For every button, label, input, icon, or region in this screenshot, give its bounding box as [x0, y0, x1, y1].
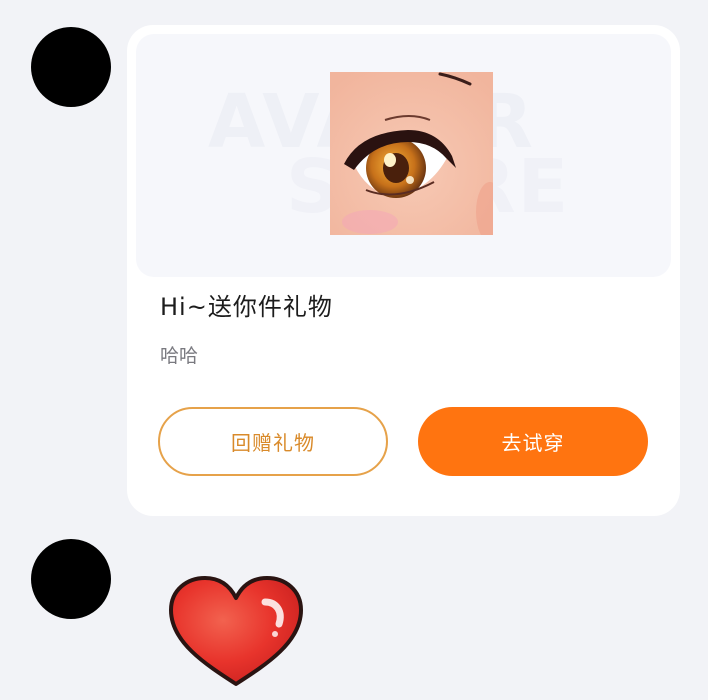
- sender-avatar[interactable]: [31, 539, 111, 619]
- anime-eye-image: [330, 72, 493, 235]
- sender-avatar[interactable]: [31, 27, 111, 107]
- gift-message-card[interactable]: AVATAR STORE: [127, 25, 680, 516]
- gift-card-message: 哈哈: [160, 345, 199, 367]
- try-on-button[interactable]: 去试穿: [418, 407, 648, 476]
- gift-item-thumbnail[interactable]: [330, 72, 493, 235]
- gift-banner: AVATAR STORE: [136, 34, 671, 277]
- gift-card-title: Hi~送你件礼物: [160, 293, 333, 321]
- heart-icon[interactable]: [165, 572, 307, 692]
- return-gift-button[interactable]: 回赠礼物: [158, 407, 388, 476]
